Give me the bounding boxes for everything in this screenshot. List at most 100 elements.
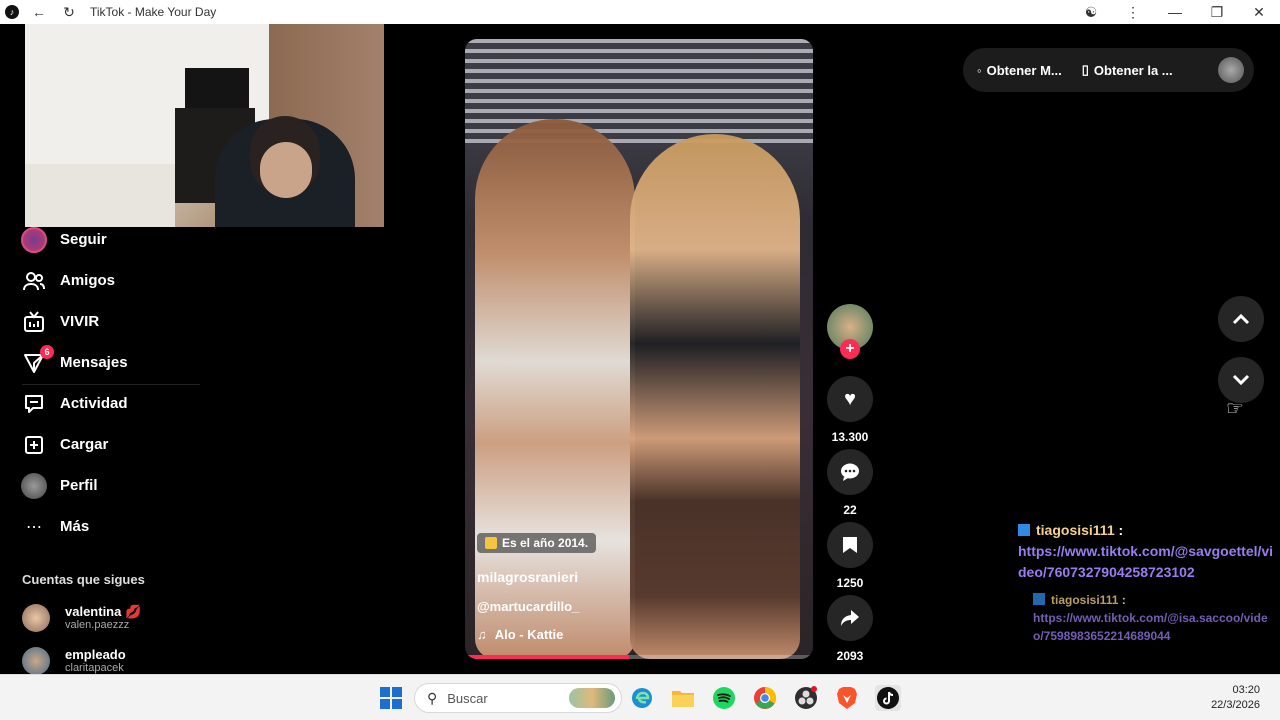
search-highlight-image <box>569 688 615 708</box>
music-note-icon: ♫ <box>477 627 487 642</box>
sidebar-item-vivir[interactable]: VIVIR <box>0 301 230 342</box>
get-coins-label: Obtener M... <box>986 62 1062 78</box>
tiktok-app-icon: ♪ <box>0 0 24 24</box>
video-actions: + ♥ 13.300 22 1250 2093 <box>827 304 873 663</box>
restore-icon[interactable]: ❐ <box>1196 0 1238 24</box>
chat-username: tiagosisi111 <box>1051 593 1119 607</box>
reload-icon[interactable]: ↻ <box>54 0 84 24</box>
followed-account[interactable]: valentina 💋 valen.paezzz <box>22 604 141 632</box>
chat-link[interactable]: https://www.tiktok.com/@savgoettel/video… <box>1018 541 1278 583</box>
system-clock[interactable]: 03:20 22/3/2026 <box>1211 683 1260 713</box>
clock-date: 22/3/2026 <box>1211 699 1260 711</box>
creator-avatar[interactable]: + <box>827 304 873 359</box>
mouse-pointer-hand-icon: ☞ <box>1226 398 1244 420</box>
following-avatar-icon <box>20 226 48 254</box>
top-actions-bar: ◦ Obtener M... ▯ Obtener la ... <box>963 48 1254 92</box>
sidebar-item-cargar[interactable]: Cargar <box>0 424 230 465</box>
edge-icon[interactable] <box>629 685 655 711</box>
like-count: 13.300 <box>831 430 869 444</box>
previous-video-button[interactable] <box>1218 296 1264 342</box>
music-title: Alo - Kattie <box>494 627 564 642</box>
translate-icon[interactable]: ☯ <box>1070 0 1112 24</box>
sidebar-item-label: VIVIR <box>60 313 100 330</box>
spotify-icon[interactable] <box>711 685 737 711</box>
sidebar-item-perfil[interactable]: Perfil <box>0 465 230 506</box>
close-icon[interactable]: ✕ <box>1238 0 1280 24</box>
sidebar-divider <box>22 384 200 385</box>
chat-badge-icon <box>1018 524 1030 536</box>
save-count: 1250 <box>836 576 864 590</box>
brave-icon[interactable] <box>834 685 860 711</box>
sidebar-item-amigos[interactable]: Amigos <box>0 260 230 301</box>
save-action: 1250 <box>827 522 873 590</box>
comment-button[interactable] <box>827 449 873 495</box>
chrome-icon[interactable] <box>752 685 778 711</box>
user-avatar[interactable] <box>1218 57 1244 83</box>
live-tv-icon <box>20 308 48 336</box>
share-count: 2093 <box>836 649 864 663</box>
minimize-icon[interactable]: — <box>1154 0 1196 24</box>
phone-icon: ▯ <box>1081 62 1089 77</box>
sidebar-item-actividad[interactable]: Actividad <box>0 383 230 424</box>
search-placeholder: Buscar <box>447 690 488 706</box>
chat-message: tiagosisi111 : https://www.tiktok.com/@s… <box>1018 520 1278 583</box>
sidebar-item-mensajes[interactable]: 6 Mensajes <box>0 342 230 383</box>
taskbar-search[interactable]: ⚲ Buscar <box>414 683 622 713</box>
comment-action: 22 <box>827 449 873 517</box>
sidebar-item-label: Mensajes <box>60 354 128 371</box>
share-button[interactable] <box>827 595 873 641</box>
app-area: Seguir Amigos VIVIR 6 Mensajes Actividad… <box>0 24 1280 674</box>
messages-icon: 6 <box>20 344 54 377</box>
get-app-button[interactable]: ▯ Obtener la ... <box>1082 62 1173 78</box>
chevron-down-icon <box>1232 374 1250 386</box>
clock-time: 03:20 <box>1232 684 1260 696</box>
followed-account[interactable]: empleado claritapacek <box>22 647 126 674</box>
sidebar-item-mas[interactable]: ⋯ Más <box>0 506 230 547</box>
tag-icon <box>485 537 497 549</box>
chat-message: tiagosisi111 : https://www.tiktok.com/@i… <box>1033 591 1278 645</box>
comment-count: 22 <box>843 503 857 517</box>
back-arrow-icon[interactable]: ← <box>24 0 54 24</box>
save-button[interactable] <box>827 522 873 568</box>
coin-icon: ◦ <box>977 62 982 78</box>
sidebar-item-label: Amigos <box>60 272 116 289</box>
search-icon: ⚲ <box>427 689 438 706</box>
sidebar-item-label: Cargar <box>60 436 109 453</box>
window-title: TikTok - Make Your Day <box>90 5 217 19</box>
more-menu-icon[interactable]: ⋮ <box>1112 0 1154 24</box>
taskbar: ⚲ Buscar 03:20 22/3/2026 <box>0 674 1280 720</box>
bookmark-icon <box>843 537 857 553</box>
more-dots-icon: ⋯ <box>26 518 42 536</box>
heart-icon: ♥ <box>844 387 856 410</box>
video-progress-bar[interactable] <box>465 655 813 659</box>
get-coins-button[interactable]: ◦ Obtener M... <box>977 63 1062 78</box>
obs-icon[interactable] <box>793 685 819 711</box>
avatar <box>22 647 50 674</box>
sidebar-item-label: Actividad <box>60 395 128 412</box>
upload-icon <box>20 431 48 459</box>
chat-badge-icon <box>1033 593 1045 605</box>
video-music[interactable]: ♫ Alo - Kattie <box>477 627 563 642</box>
like-button[interactable]: ♥ <box>827 376 873 422</box>
sidebar-item-seguir[interactable]: Seguir <box>0 219 230 260</box>
video-author[interactable]: milagrosranieri <box>477 569 578 585</box>
video-tag-text: Es el año 2014. <box>502 536 589 550</box>
sidebar-item-label: Más <box>60 518 90 535</box>
video-player[interactable]: Es el año 2014. milagrosranieri @martuca… <box>465 39 813 659</box>
friends-icon <box>20 267 48 295</box>
file-explorer-icon[interactable] <box>670 685 696 711</box>
comment-icon <box>841 463 859 481</box>
profile-avatar-icon <box>20 472 48 500</box>
tiktok-taskbar-icon[interactable] <box>875 685 901 711</box>
video-mention[interactable]: @martucardillo_ <box>477 599 579 614</box>
follow-plus-icon[interactable]: + <box>840 339 860 359</box>
title-bar: ♪ ← ↻ TikTok - Make Your Day ☯ ⋮ — ❐ ✕ <box>0 0 1280 24</box>
start-button[interactable] <box>378 685 404 711</box>
messages-badge: 6 <box>40 344 54 359</box>
video-tag[interactable]: Es el año 2014. <box>477 533 597 553</box>
get-app-label: Obtener la ... <box>1093 62 1173 78</box>
sidebar-item-label: Seguir <box>60 231 107 248</box>
chat-link[interactable]: https://www.tiktok.com/@isa.saccoo/video… <box>1033 609 1278 645</box>
share-icon <box>841 610 859 626</box>
account-handle: claritapacek <box>65 662 124 674</box>
